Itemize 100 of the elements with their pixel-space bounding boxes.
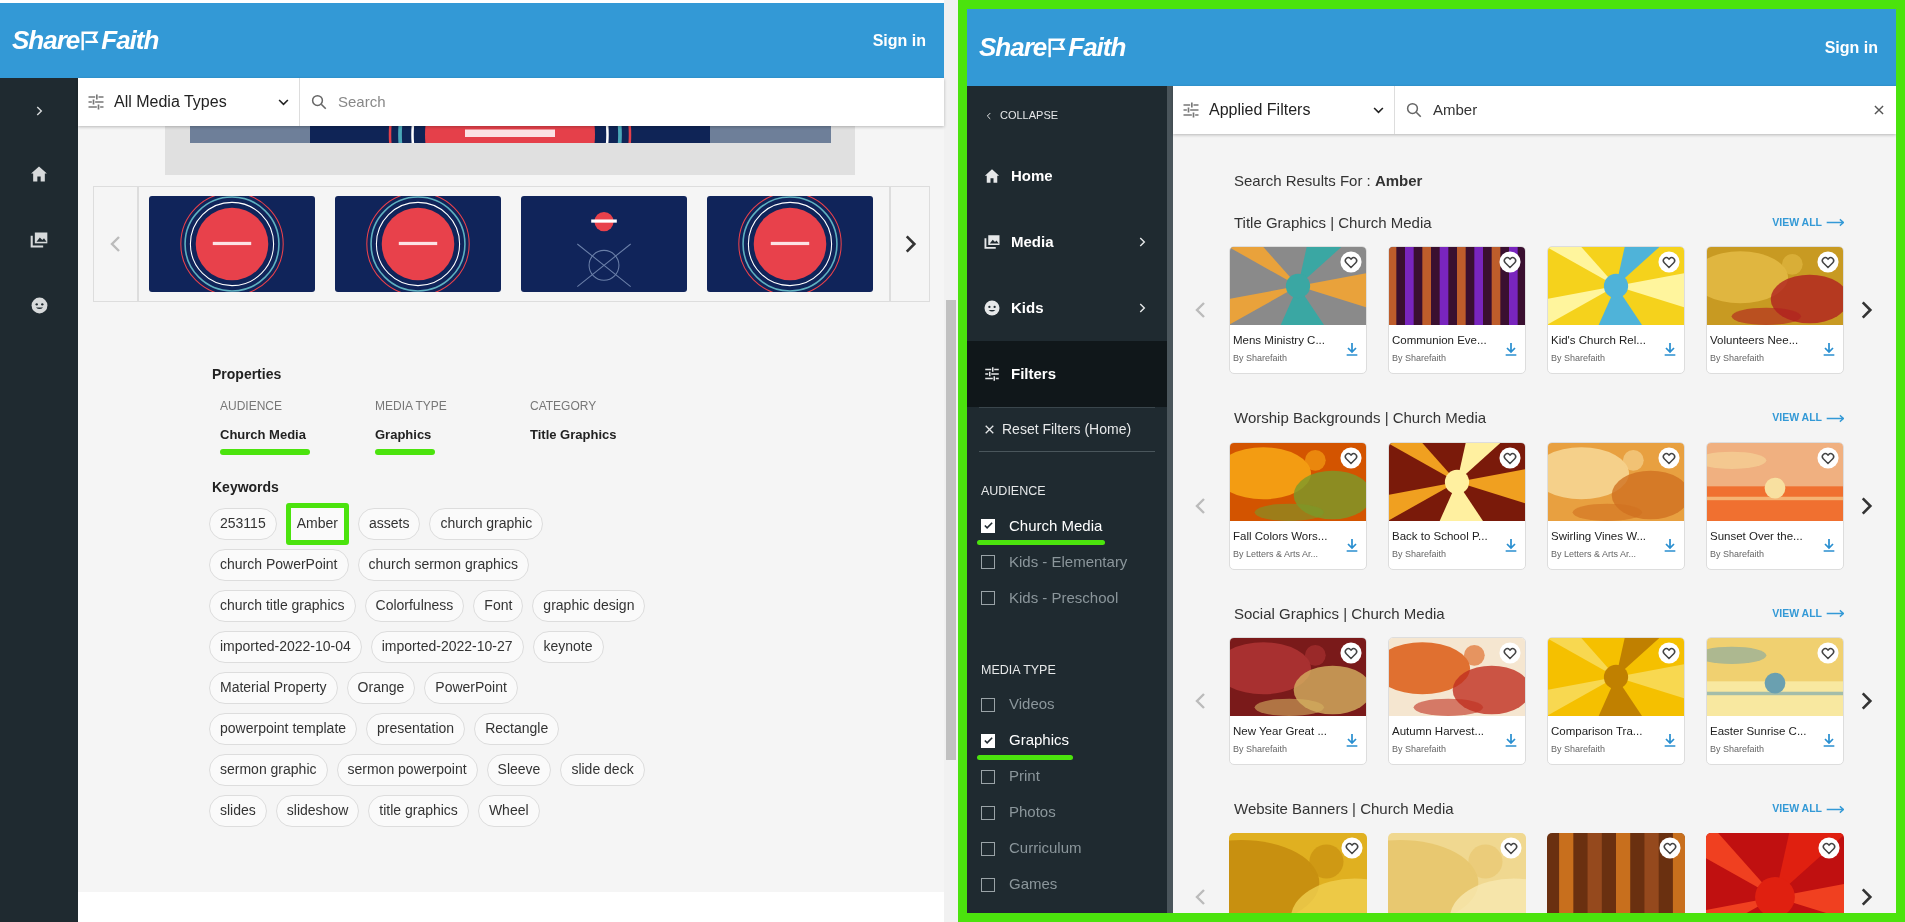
card-author: By Sharefaith — [1392, 743, 1448, 757]
card-author: By Sharefaith — [1551, 352, 1607, 366]
checkbox[interactable] — [981, 769, 995, 784]
media-card[interactable]: Communion Eve... By Sharefaith — [1388, 246, 1526, 374]
card-author: By Sharefaith — [1233, 743, 1289, 757]
checkbox[interactable] — [981, 841, 995, 856]
keyword-tag[interactable]: sermon powerpoint — [336, 753, 478, 786]
filter-option[interactable]: Print — [981, 761, 1040, 792]
filter-option[interactable]: Kids - Preschool — [981, 582, 1119, 613]
download-icon[interactable] — [1821, 536, 1837, 553]
keyword-tag[interactable]: presentation — [366, 712, 466, 745]
option-label: Kids - Elementary — [1009, 551, 1128, 572]
filter-option[interactable]: Videos — [981, 689, 1055, 720]
card-title: Easter Sunrise C... — [1710, 724, 1808, 740]
download-icon[interactable] — [1503, 341, 1519, 357]
download-icon[interactable] — [1821, 341, 1837, 357]
section-heading: Properties — [212, 365, 283, 384]
filter-option[interactable]: Curriculum — [981, 833, 1082, 864]
keyword-tag[interactable]: assets — [357, 507, 421, 540]
media-card[interactable]: Back to School P... By Sharefaith — [1388, 441, 1526, 570]
filter-option[interactable]: Kids - Elementary — [981, 546, 1128, 577]
keyword-tag[interactable]: keynote — [532, 630, 604, 663]
property-label: CATEGORY — [530, 398, 597, 415]
keyword-tag[interactable]: Amber — [290, 507, 344, 540]
close-icon — [983, 423, 996, 436]
filter-option[interactable]: Church Media — [981, 510, 1103, 541]
keyword-tag[interactable]: slide deck — [560, 753, 645, 786]
download-icon[interactable] — [1662, 732, 1678, 748]
arrow-right-icon — [1826, 413, 1844, 423]
reset-filters-button[interactable]: Reset Filters (Home) — [979, 408, 1155, 452]
media-card[interactable]: Fall Colors Wors... By Letters & Arts Ar... — [1229, 441, 1367, 570]
card-author: By Sharefaith — [1551, 743, 1607, 757]
checkbox[interactable] — [981, 877, 995, 892]
keyword-tag[interactable]: church sermon graphics — [357, 548, 529, 581]
card-title: Swirling Vines W... — [1551, 528, 1647, 544]
download-icon[interactable] — [1344, 536, 1360, 553]
checkbox[interactable] — [981, 554, 995, 569]
keyword-tag[interactable]: Wheel — [477, 794, 540, 827]
media-card[interactable]: Mens Ministry C... By Sharefaith — [1229, 246, 1367, 374]
home-icon[interactable] — [29, 164, 49, 184]
keyword-tag[interactable]: slides — [209, 794, 267, 827]
search-icon — [310, 93, 328, 111]
keyword-tag[interactable]: sermon graphic — [209, 753, 328, 786]
keyword-tag[interactable]: powerpoint template — [209, 712, 358, 745]
smiley-icon — [983, 299, 1001, 317]
keyword-tag[interactable]: Orange — [346, 671, 416, 704]
keyword-tag[interactable]: Sleeve — [486, 753, 552, 786]
checkbox[interactable] — [981, 590, 995, 605]
download-icon[interactable] — [1662, 341, 1678, 357]
property-value: Church Media — [220, 426, 306, 444]
keyword-tag[interactable]: Material Property — [209, 671, 338, 704]
keyword-tag[interactable]: church PowerPoint — [209, 548, 349, 581]
filter-option[interactable]: Games — [981, 869, 1058, 900]
property-label: AUDIENCE — [220, 398, 282, 415]
media-card[interactable]: Easter Sunrise C... By Sharefaith — [1706, 637, 1844, 765]
arrow-right-icon — [1826, 218, 1844, 228]
keyword-tag[interactable]: Font — [473, 589, 524, 622]
download-icon[interactable] — [1344, 341, 1360, 357]
sliders-icon — [983, 365, 1001, 383]
media-card[interactable]: New Year Great ... By Sharefaith — [1229, 637, 1367, 765]
images-icon[interactable] — [29, 230, 49, 250]
media-card[interactable]: Volunteers Nee... By Sharefaith — [1706, 246, 1844, 374]
dropdown-label: Applied Filters — [1209, 100, 1312, 120]
property-value: Title Graphics — [530, 426, 617, 444]
smiley-icon[interactable] — [29, 296, 49, 315]
nav-item[interactable]: Filters — [967, 341, 1167, 407]
keyword-tag[interactable]: imported-2022-10-04 — [209, 630, 362, 663]
media-card[interactable]: Kid's Church Rel... By Sharefaith — [1547, 246, 1685, 374]
section-title: Website Banners | Church Media — [1234, 799, 1454, 819]
download-icon[interactable] — [1503, 536, 1519, 553]
media-card[interactable]: Autumn Harvest... By Sharefaith — [1388, 637, 1526, 765]
keyword-tag[interactable]: Colorfulness — [364, 589, 465, 622]
keyword-tag[interactable]: title graphics — [368, 794, 469, 827]
keyword-tag[interactable]: 253115 — [209, 507, 277, 540]
download-icon[interactable] — [1344, 732, 1360, 748]
keyword-tag[interactable]: church graphic — [429, 507, 544, 540]
media-card[interactable]: Comparison Tra... By Sharefaith — [1547, 637, 1685, 765]
download-icon[interactable] — [1503, 732, 1519, 748]
clear-icon[interactable] — [1872, 103, 1886, 117]
images-icon — [983, 233, 1001, 251]
collapse-button[interactable]: COLLAPSE — [967, 86, 1167, 143]
media-card[interactable]: Swirling Vines W... By Letters & Arts Ar... — [1547, 441, 1685, 570]
download-icon[interactable] — [1821, 732, 1837, 748]
keyword-tag[interactable]: church title graphics — [209, 589, 356, 622]
search-field[interactable]: Amber — [1433, 98, 1862, 122]
option-label: Church Media — [1009, 515, 1103, 536]
media-card[interactable]: Sunset Over the... By Sharefaith — [1706, 441, 1844, 570]
option-label: Graphics — [1009, 730, 1070, 751]
checkbox[interactable] — [981, 697, 995, 712]
filter-option[interactable]: Graphics — [981, 725, 1070, 756]
keyword-tag[interactable]: Rectangle — [474, 712, 560, 745]
keyword-tag[interactable]: imported-2022-10-27 — [370, 630, 524, 663]
download-icon[interactable] — [1662, 536, 1678, 553]
card-title: Sunset Over the... — [1710, 528, 1804, 544]
keyword-tag[interactable]: slideshow — [275, 794, 360, 827]
keyword-tag[interactable]: PowerPoint — [424, 671, 518, 704]
filter-option[interactable]: Photos — [981, 797, 1056, 828]
checkbox[interactable] — [981, 805, 995, 820]
search-field[interactable]: Search — [338, 90, 934, 114]
keyword-tag[interactable]: graphic design — [532, 589, 646, 622]
